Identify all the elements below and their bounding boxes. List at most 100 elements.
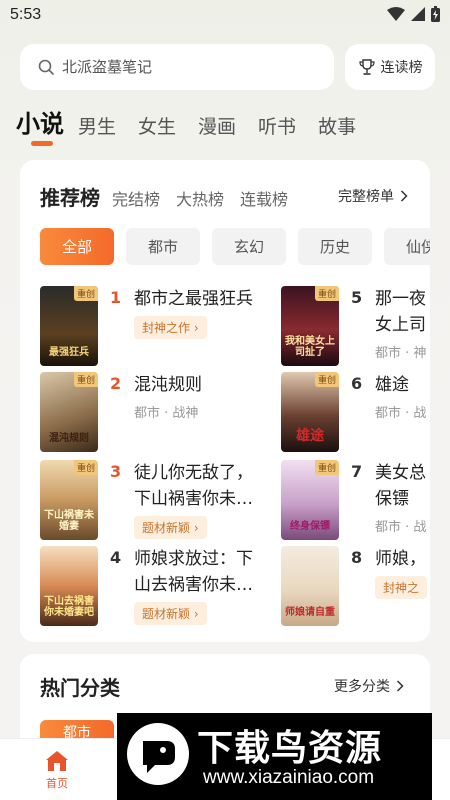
book-tag: 题材新颖 › <box>134 516 207 539</box>
chevron-right-icon <box>396 680 404 692</box>
cover-title-art: 混沌规则 <box>49 433 89 444</box>
status-icons <box>387 6 440 22</box>
rank-number: 5 <box>351 288 363 307</box>
cover-tag: 重创 <box>73 460 98 475</box>
full-ranking-link[interactable]: 完整榜单 <box>338 186 408 206</box>
continuous-rank-label: 连读榜 <box>380 60 423 76</box>
search-icon <box>38 59 54 75</box>
book-cover: 重创 最强狂兵 <box>40 286 98 366</box>
book-meta: 都市 · 神 <box>375 346 427 361</box>
book-title: 雄途 <box>375 375 409 395</box>
book-meta: 都市 · 战神 <box>134 406 199 421</box>
bird-logo-icon <box>127 723 189 785</box>
book-item-2[interactable]: 重创 混沌规则 2 混沌规则 都市 · 战神 <box>40 372 240 454</box>
book-meta: 都市 · 战 <box>375 520 427 535</box>
book-cover: 重创 下山祸害未婚妻 <box>40 460 98 540</box>
tab-comic[interactable]: 漫画 <box>198 112 236 139</box>
ranking-card: 推荐榜 完结榜 大热榜 连载榜 完整榜单 全部 都市 玄幻 历史 仙侠 重创 最… <box>20 160 430 642</box>
book-tag: 封神之作 › <box>134 316 207 339</box>
rank-number: 8 <box>351 548 363 567</box>
cover-tag: 重创 <box>314 372 339 387</box>
chip-xianxia[interactable]: 仙侠 <box>384 228 430 265</box>
rank-number: 4 <box>110 548 122 567</box>
more-categories-label: 更多分类 <box>334 679 390 695</box>
tab-finished-rank[interactable]: 完结榜 <box>112 186 160 210</box>
tab-female[interactable]: 女生 <box>138 112 176 139</box>
book-title: 美女总保镖 <box>375 463 426 509</box>
home-icon <box>46 750 68 771</box>
chip-urban[interactable]: 都市 <box>126 228 200 265</box>
tab-serial-rank[interactable]: 连载榜 <box>240 186 288 210</box>
full-ranking-label: 完整榜单 <box>338 189 394 205</box>
rank-number: 7 <box>351 462 363 481</box>
book-item-8[interactable]: 师娘请自重 8 师娘， 封神之 <box>281 546 430 628</box>
book-item-5[interactable]: 重创 我和美女上司扯了 5 那一夜女上司 都市 · 神 <box>281 286 430 368</box>
nav-home[interactable]: 首页 <box>17 739 97 800</box>
cover-title-art: 最强狂兵 <box>49 347 89 358</box>
tab-hot-rank[interactable]: 大热榜 <box>176 186 224 210</box>
cover-tag: 重创 <box>73 286 98 301</box>
book-title: 徒儿你无敌了，下山祸害你未… <box>134 463 253 509</box>
continuous-rank-button[interactable]: 连读榜 <box>345 44 435 90</box>
search-box[interactable] <box>20 44 334 90</box>
cover-title-art: 终身保镖 <box>290 521 330 532</box>
signal-icon <box>411 7 425 21</box>
search-input[interactable] <box>62 58 302 76</box>
chip-history[interactable]: 历史 <box>298 228 372 265</box>
hot-category-chip[interactable]: 都市 <box>40 720 114 741</box>
book-cover: 下山去祸害你未婚妻吧 <box>40 546 98 626</box>
tab-male[interactable]: 男生 <box>78 112 116 139</box>
status-bar: 5:53 <box>0 0 450 34</box>
rank-number: 2 <box>110 374 122 393</box>
cover-title-art: 下山去祸害你未婚妻吧 <box>44 596 94 618</box>
book-cover: 师娘请自重 <box>281 546 339 626</box>
chevron-right-icon <box>400 190 408 202</box>
chip-fantasy[interactable]: 玄幻 <box>212 228 286 265</box>
book-cover: 重创 雄途 <box>281 372 339 452</box>
cover-tag: 重创 <box>314 286 339 301</box>
book-cover: 重创 我和美女上司扯了 <box>281 286 339 366</box>
battery-icon <box>431 6 440 22</box>
watermark-brand: 下载鸟资源 <box>197 728 383 769</box>
trophy-icon <box>358 59 375 75</box>
book-item-1[interactable]: 重创 最强狂兵 1 都市之最强狂兵 封神之作 › <box>40 286 253 368</box>
book-item-7[interactable]: 重创 终身保镖 7 美女总保镖 都市 · 战 <box>281 460 430 542</box>
tab-audio[interactable]: 听书 <box>258 112 296 139</box>
cover-tag: 重创 <box>314 460 339 475</box>
cover-tag: 重创 <box>73 372 98 387</box>
nav-home-label: 首页 <box>46 776 68 790</box>
rank-number: 3 <box>110 462 122 481</box>
tab-story[interactable]: 故事 <box>318 112 356 139</box>
active-tab-indicator <box>31 141 53 146</box>
category-tabs: 小说 男生 女生 漫画 听书 故事 <box>16 104 378 139</box>
ranking-tabs: 推荐榜 完结榜 大热榜 连载榜 <box>40 182 304 211</box>
cover-title-art: 雄途 <box>296 427 324 444</box>
book-item-3[interactable]: 重创 下山祸害未婚妻 3 徒儿你无敌了，下山祸害你未… 题材新颖 › <box>40 460 253 542</box>
cover-title-art: 师娘请自重 <box>285 607 335 618</box>
wifi-icon <box>387 7 405 21</box>
rank-number: 1 <box>110 288 122 307</box>
book-title: 师娘， <box>375 549 426 569</box>
tab-recommend-rank[interactable]: 推荐榜 <box>40 182 100 211</box>
cover-title-art: 我和美女上司扯了 <box>285 336 335 358</box>
book-title: 师娘求放过：下山去祸害你未… <box>134 549 253 595</box>
more-categories-link[interactable]: 更多分类 <box>334 676 404 696</box>
book-title: 那一夜女上司 <box>375 289 426 335</box>
book-cover: 重创 终身保镖 <box>281 460 339 540</box>
book-title: 都市之最强狂兵 <box>134 289 253 309</box>
watermark-banner: 下载鸟资源 www.xiazainiao.com <box>117 713 432 800</box>
chip-all[interactable]: 全部 <box>40 228 114 265</box>
book-item-4[interactable]: 下山去祸害你未婚妻吧 4 师娘求放过：下山去祸害你未… 题材新颖 › <box>40 546 253 628</box>
book-meta: 都市 · 战 <box>375 406 427 421</box>
hot-categories-title: 热门分类 <box>40 676 120 700</box>
book-tag: 题材新颖 › <box>134 602 207 625</box>
tab-novel[interactable]: 小说 <box>16 104 64 139</box>
book-title: 混沌规则 <box>134 375 202 395</box>
book-cover: 重创 混沌规则 <box>40 372 98 452</box>
status-time: 5:53 <box>10 6 42 23</box>
book-tag: 封神之 <box>375 576 428 599</box>
book-item-6[interactable]: 重创 雄途 6 雄途 都市 · 战 <box>281 372 430 454</box>
watermark-url: www.xiazainiao.com <box>203 767 375 788</box>
genre-filter-chips: 全部 都市 玄幻 历史 仙侠 <box>40 228 430 265</box>
cover-title-art: 下山祸害未婚妻 <box>44 510 94 532</box>
